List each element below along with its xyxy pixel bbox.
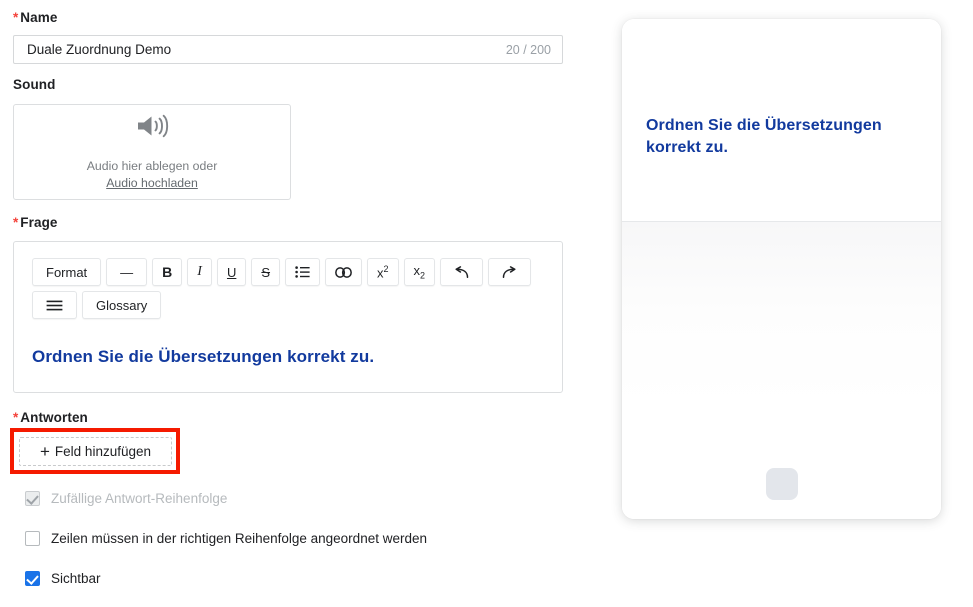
checkbox-row-visible[interactable]: Sichtbar (25, 571, 101, 586)
bold-glyph: B (162, 264, 173, 280)
add-field-button[interactable]: + Feld hinzufügen (19, 437, 172, 466)
audio-dropzone-text: Audio hier ablegen oder (86, 158, 218, 173)
check-icon (26, 492, 40, 505)
preview-question-area: Ordnen Sie die Übersetzungen korrekt zu. (622, 19, 941, 221)
checkbox-row-shuffle-answers[interactable]: Zufällige Antwort-Reihenfolge (25, 491, 227, 506)
redo-icon[interactable] (488, 258, 532, 286)
glossary-label: Glossary (96, 297, 148, 313)
rich-text-editor[interactable]: Format — B I U S x2 x2 Glossary Ordnen S… (13, 241, 563, 393)
answers-label-text: Antworten (20, 410, 88, 425)
required-asterisk: * (13, 410, 19, 425)
preview-question-text: Ordnen Sie die Übersetzungen korrekt zu. (646, 117, 882, 156)
strikethrough-icon[interactable]: S (251, 258, 281, 286)
align-glyph (46, 300, 63, 310)
superscript-icon[interactable]: x2 (367, 258, 399, 286)
align-icon[interactable] (32, 291, 77, 319)
link-glyph (335, 266, 352, 278)
underline-glyph: U (226, 264, 237, 280)
strikethrough-glyph: S (261, 264, 271, 280)
bullet-list-icon[interactable] (285, 258, 321, 286)
horizontal-rule-icon[interactable]: — (106, 258, 148, 286)
undo-glyph (455, 265, 469, 278)
question-field-label: * Frage (13, 214, 58, 232)
add-field-button-label: Feld hinzufügen (54, 444, 151, 459)
superscript-glyph: x2 (377, 263, 389, 281)
checkbox-visible-label: Sichtbar (51, 571, 101, 586)
question-label-text: Frage (20, 215, 58, 230)
checkbox-shuffle-answers[interactable] (25, 491, 40, 506)
preview-record-button[interactable] (759, 462, 804, 506)
required-asterisk: * (13, 215, 19, 230)
italic-icon[interactable]: I (187, 258, 212, 286)
format-label: Format (46, 264, 88, 280)
italic-glyph: I (197, 264, 202, 279)
redo-glyph (502, 265, 516, 278)
check-icon (26, 572, 40, 585)
checkbox-enforce-order-label: Zeilen müssen in der richtigen Reihenfol… (51, 531, 427, 546)
answers-field-label: * Antworten (13, 409, 88, 427)
editor-content-text[interactable]: Ordnen Sie die Übersetzungen korrekt zu. (32, 346, 542, 368)
link-icon[interactable] (325, 258, 363, 286)
undo-icon[interactable] (440, 258, 484, 286)
bold-icon[interactable]: B (152, 258, 183, 286)
glossary-button[interactable]: Glossary (82, 291, 162, 319)
name-input-container[interactable]: 20 / 200 (13, 35, 563, 64)
checkbox-visible[interactable] (25, 571, 40, 586)
speaker-icon (135, 113, 169, 144)
required-asterisk: * (13, 10, 19, 25)
editor-toolbar: Format — B I U S x2 x2 Glossary (32, 258, 537, 319)
preview-panel: Ordnen Sie die Übersetzungen korrekt zu. (622, 19, 941, 519)
checkbox-row-enforce-order[interactable]: Zeilen müssen in der richtigen Reihenfol… (25, 531, 427, 546)
subscript-icon[interactable]: x2 (403, 258, 436, 286)
checkbox-shuffle-answers-label: Zufällige Antwort-Reihenfolge (51, 491, 228, 506)
name-character-counter: 20 / 200 (505, 42, 551, 57)
underline-icon[interactable]: U (216, 258, 247, 286)
audio-dropzone[interactable]: Audio hier ablegen oder Audio hochladen (13, 104, 291, 200)
checkbox-enforce-order[interactable] (25, 531, 40, 546)
subscript-glyph: x2 (413, 263, 426, 281)
hr-glyph: — (120, 264, 134, 280)
name-input[interactable] (27, 42, 498, 57)
plus-icon: + (39, 442, 50, 461)
bullet-list-glyph (295, 266, 310, 278)
name-field-label: * Name (13, 9, 57, 27)
name-label-text: Name (20, 10, 58, 25)
format-dropdown[interactable]: Format (32, 258, 102, 286)
audio-upload-link[interactable]: Audio hochladen (106, 175, 198, 192)
sound-field-label: Sound (13, 77, 56, 92)
